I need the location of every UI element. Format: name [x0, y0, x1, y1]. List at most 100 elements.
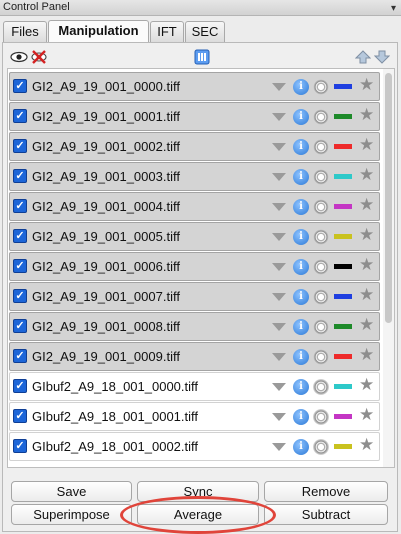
file-row[interactable]: ✓ GI2_A9_19_001_0002.tiff i ★	[9, 132, 380, 161]
save-button[interactable]: Save	[11, 481, 132, 502]
color-swatch[interactable]	[334, 204, 352, 209]
target-icon[interactable]	[313, 259, 329, 275]
info-icon[interactable]: i	[293, 319, 309, 335]
color-swatch[interactable]	[334, 144, 352, 149]
file-row[interactable]: ✓ GI2_A9_19_001_0006.tiff i ★	[9, 252, 380, 281]
target-icon[interactable]	[313, 199, 329, 215]
visible-checkbox[interactable]: ✓	[13, 409, 27, 423]
target-icon[interactable]	[313, 229, 329, 245]
target-icon[interactable]	[313, 169, 329, 185]
file-row[interactable]: ✓ GI2_A9_19_001_0000.tiff i ★	[9, 72, 380, 101]
info-icon[interactable]: i	[293, 169, 309, 185]
info-icon[interactable]: i	[293, 439, 309, 455]
star-icon[interactable]: ★	[359, 76, 374, 94]
file-row[interactable]: ✓ GI2_A9_19_001_0008.tiff i ★	[9, 312, 380, 341]
color-swatch[interactable]	[334, 414, 352, 419]
file-row[interactable]: ✓ GI2_A9_19_001_0001.tiff i ★	[9, 102, 380, 131]
chevron-down-icon[interactable]	[272, 383, 286, 391]
star-icon[interactable]: ★	[359, 166, 374, 184]
info-icon[interactable]: i	[293, 109, 309, 125]
visible-checkbox[interactable]: ✓	[13, 79, 27, 93]
file-row[interactable]: ✓ GI2_A9_19_001_0004.tiff i ★	[9, 192, 380, 221]
visible-checkbox[interactable]: ✓	[13, 319, 27, 333]
visible-checkbox[interactable]: ✓	[13, 259, 27, 273]
file-row[interactable]: ✓ GI2_A9_19_001_0009.tiff i ★	[9, 342, 380, 371]
visible-checkbox[interactable]: ✓	[13, 109, 27, 123]
star-icon[interactable]: ★	[359, 346, 374, 364]
visible-checkbox[interactable]: ✓	[13, 169, 27, 183]
info-icon[interactable]: i	[293, 139, 309, 155]
chevron-down-icon[interactable]	[272, 293, 286, 301]
star-icon[interactable]: ★	[359, 316, 374, 334]
color-swatch[interactable]	[334, 324, 352, 329]
info-icon[interactable]: i	[293, 199, 309, 215]
star-icon[interactable]: ★	[359, 106, 374, 124]
tab-sec[interactable]: SEC	[185, 21, 225, 42]
star-icon[interactable]: ★	[359, 136, 374, 154]
chevron-down-icon[interactable]	[272, 233, 286, 241]
info-icon[interactable]: i	[293, 409, 309, 425]
file-row[interactable]: ✓ GIbuf2_A9_18_001_0000.tiff i ★	[9, 372, 380, 401]
columns-icon[interactable]	[194, 49, 210, 65]
file-row[interactable]: ✓ GIbuf2_A9_18_001_0002.tiff i ★	[9, 432, 380, 461]
color-swatch[interactable]	[334, 84, 352, 89]
color-swatch[interactable]	[334, 264, 352, 269]
hide-icon[interactable]	[31, 49, 47, 65]
chevron-down-icon[interactable]	[272, 113, 286, 121]
chevron-down-icon[interactable]	[272, 83, 286, 91]
target-icon[interactable]	[313, 409, 329, 425]
star-icon[interactable]: ★	[359, 256, 374, 274]
star-icon[interactable]: ★	[359, 376, 374, 394]
file-row[interactable]: ✓ GI2_A9_19_001_0007.tiff i ★	[9, 282, 380, 311]
chevron-down-icon[interactable]	[272, 443, 286, 451]
chevron-down-icon[interactable]	[272, 323, 286, 331]
eye-icon[interactable]	[10, 49, 28, 65]
info-icon[interactable]: i	[293, 289, 309, 305]
visible-checkbox[interactable]: ✓	[13, 439, 27, 453]
color-swatch[interactable]	[334, 354, 352, 359]
color-swatch[interactable]	[334, 384, 352, 389]
color-swatch[interactable]	[334, 174, 352, 179]
chevron-down-icon[interactable]	[272, 353, 286, 361]
target-icon[interactable]	[313, 139, 329, 155]
chevron-down-icon[interactable]	[272, 143, 286, 151]
color-swatch[interactable]	[334, 294, 352, 299]
move-up-icon[interactable]	[355, 49, 371, 65]
visible-checkbox[interactable]: ✓	[13, 229, 27, 243]
target-icon[interactable]	[313, 349, 329, 365]
chevron-down-icon[interactable]	[272, 413, 286, 421]
info-icon[interactable]: i	[293, 259, 309, 275]
chevron-down-icon[interactable]	[272, 263, 286, 271]
tab-manipulation[interactable]: Manipulation	[48, 20, 149, 43]
target-icon[interactable]	[313, 289, 329, 305]
color-swatch[interactable]	[334, 444, 352, 449]
superimpose-button[interactable]: Superimpose	[11, 504, 132, 525]
scrollbar-thumb[interactable]	[385, 73, 392, 323]
star-icon[interactable]: ★	[359, 406, 374, 424]
visible-checkbox[interactable]: ✓	[13, 199, 27, 213]
subtract-button[interactable]: Subtract	[264, 504, 388, 525]
target-icon[interactable]	[313, 439, 329, 455]
visible-checkbox[interactable]: ✓	[13, 349, 27, 363]
pin-icon[interactable]: ▾	[391, 1, 396, 16]
star-icon[interactable]: ★	[359, 436, 374, 454]
remove-button[interactable]: Remove	[264, 481, 388, 502]
target-icon[interactable]	[313, 109, 329, 125]
file-row[interactable]: ✓ GI2_A9_19_001_0005.tiff i ★	[9, 222, 380, 251]
star-icon[interactable]: ★	[359, 286, 374, 304]
color-swatch[interactable]	[334, 114, 352, 119]
chevron-down-icon[interactable]	[272, 173, 286, 181]
visible-checkbox[interactable]: ✓	[13, 139, 27, 153]
move-down-icon[interactable]	[374, 49, 390, 65]
target-icon[interactable]	[313, 379, 329, 395]
info-icon[interactable]: i	[293, 379, 309, 395]
visible-checkbox[interactable]: ✓	[13, 379, 27, 393]
file-row[interactable]: ✓ GI2_A9_19_001_0003.tiff i ★	[9, 162, 380, 191]
target-icon[interactable]	[313, 79, 329, 95]
file-row[interactable]: ✓ GIbuf2_A9_18_001_0001.tiff i ★	[9, 402, 380, 431]
visible-checkbox[interactable]: ✓	[13, 289, 27, 303]
tab-ift[interactable]: IFT	[150, 21, 184, 42]
target-icon[interactable]	[313, 319, 329, 335]
color-swatch[interactable]	[334, 234, 352, 239]
star-icon[interactable]: ★	[359, 226, 374, 244]
